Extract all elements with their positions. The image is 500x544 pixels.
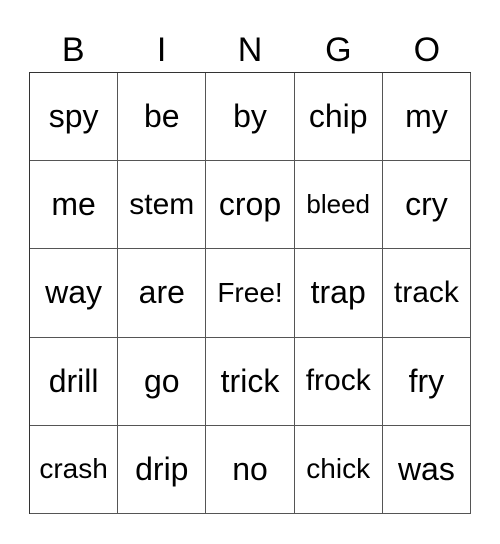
bingo-cell[interactable]: by xyxy=(206,73,295,162)
bingo-cell[interactable]: go xyxy=(118,337,207,426)
bingo-header: B I N G O xyxy=(29,28,471,72)
bingo-cell[interactable]: stem xyxy=(118,161,207,250)
bingo-cell[interactable]: me xyxy=(30,161,119,250)
bingo-cell[interactable]: crop xyxy=(206,161,295,250)
bingo-cell[interactable]: be xyxy=(118,73,207,162)
bingo-cell[interactable]: way xyxy=(30,249,119,338)
free-space-cell[interactable]: Free! xyxy=(206,249,295,338)
header-letter: B xyxy=(61,31,85,69)
bingo-cell[interactable]: my xyxy=(382,73,471,162)
bingo-cell[interactable]: spy xyxy=(30,73,119,162)
bingo-cell[interactable]: drip xyxy=(118,425,207,514)
bingo-cell[interactable]: no xyxy=(206,425,295,514)
header-letter: O xyxy=(413,31,441,69)
bingo-cell[interactable]: was xyxy=(382,425,471,514)
bingo-cell[interactable]: bleed xyxy=(294,161,383,250)
header-letter: I xyxy=(156,31,167,69)
bingo-cell[interactable]: chick xyxy=(294,425,383,514)
header-letter: G xyxy=(325,31,352,69)
bingo-card-grid: spy be by chip my me stem crop bleed cry… xyxy=(29,72,471,514)
bingo-cell[interactable]: chip xyxy=(294,73,383,162)
bingo-cell[interactable]: cry xyxy=(382,161,471,250)
header-letter: N xyxy=(237,31,263,69)
bingo-cell[interactable]: trap xyxy=(294,249,383,338)
bingo-cell[interactable]: trick xyxy=(206,337,295,426)
bingo-cell[interactable]: drill xyxy=(30,337,119,426)
bingo-cell[interactable]: are xyxy=(118,249,207,338)
bingo-cell[interactable]: frock xyxy=(294,337,383,426)
bingo-cell[interactable]: track xyxy=(382,249,471,338)
bingo-cell[interactable]: fry xyxy=(382,337,471,426)
bingo-cell[interactable]: crash xyxy=(30,425,119,514)
